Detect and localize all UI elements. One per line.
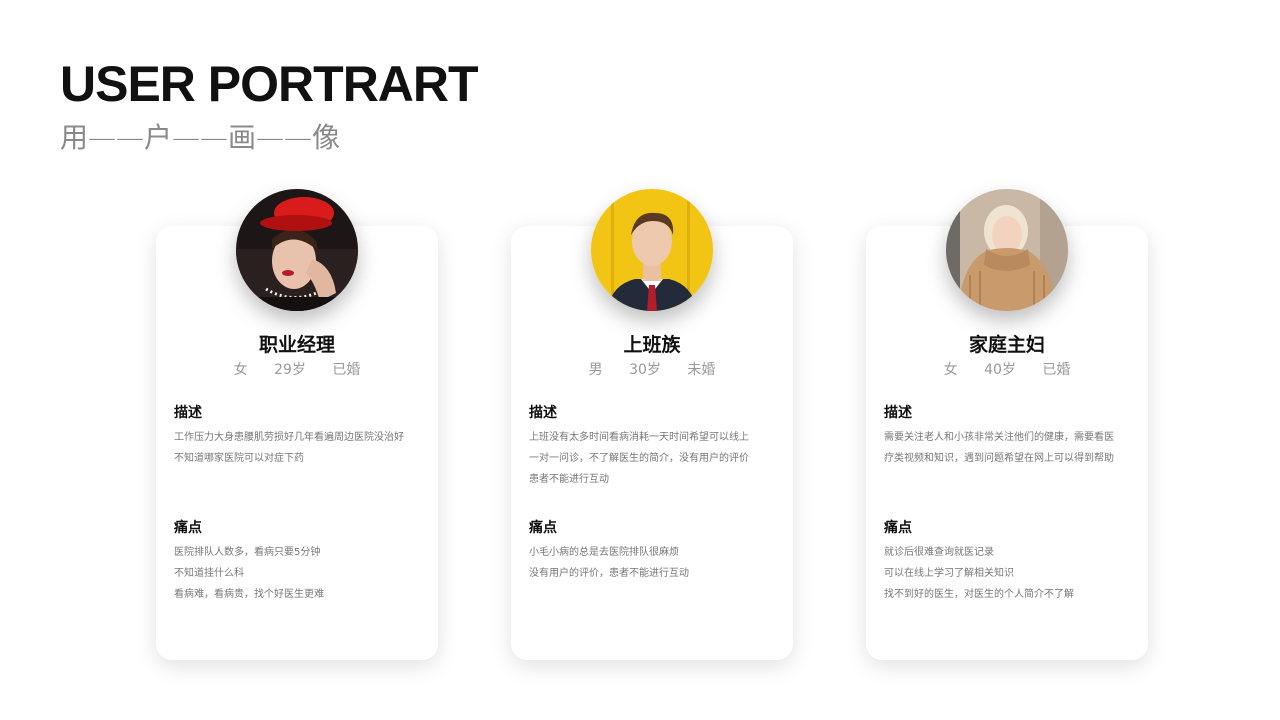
persona-card-housewife: 家庭主妇 女 40岁 已婚 描述 需要关注老人和小孩非常关注他们的健康，需要看医… [866,189,1148,660]
pain-point-item: 可以在线上学习了解相关知识 [884,568,1014,579]
page-subtitle: 用——户——画——像 [60,121,341,154]
description-line: 疗类视频和知识，遇到问题希望在网上可以得到帮助 [884,453,1114,464]
description-heading: 描述 [529,405,557,421]
description-line: 工作压力大身患腰肌劳损好几年看遍周边医院没治好 [174,432,404,443]
persona-card-office-worker: 上班族 男 30岁 未婚 描述 上班没有太多时间看病消耗一天时间希望可以线上 一… [511,189,793,660]
persona-role: 上班族 [623,334,681,356]
pain-point-item: 没有用户的评价，患者不能进行互动 [529,568,689,579]
persona-meta: 女 40岁 已婚 [866,359,1148,379]
description-text: 需要关注老人和小孩非常关注他们的健康，需要看医 疗类视频和知识，遇到问题希望在网… [884,427,1136,469]
persona-age: 30岁 [629,362,661,378]
persona-meta: 男 30岁 未婚 [511,359,793,379]
persona-age: 40岁 [984,362,1016,378]
description-line: 患者不能进行互动 [529,474,609,485]
description-line: 上班没有太多时间看病消耗一天时间希望可以线上 [529,432,749,443]
pain-points-list: 医院排队人数多，看病只要5分钟 不知道挂什么科 看病难，看病贵，找个好医生更难 [174,542,426,605]
avatar-housewife-image [946,189,1068,311]
persona-age: 29岁 [274,362,306,378]
avatar-office-worker-photo [591,189,713,311]
avatar-housewife-photo [946,189,1068,311]
persona-role: 职业经理 [258,334,335,356]
pain-point-item: 就诊后很难查询就医记录 [884,547,994,558]
persona-card-manager: 职业经理 女 29岁 已婚 描述 工作压力大身患腰肌劳损好几年看遍周边医院没治好… [156,189,438,660]
pain-point-item: 小毛小病的总是去医院排队很麻烦 [529,547,679,558]
persona-gender: 男 [588,362,603,378]
persona-gender: 女 [943,362,958,378]
persona-marital-status: 已婚 [332,362,361,378]
pain-points-heading: 痛点 [884,520,912,536]
description-text: 工作压力大身患腰肌劳损好几年看遍周边医院没治好 不知道哪家医院可以对症下药 [174,427,426,469]
pain-points-list: 就诊后很难查询就医记录 可以在线上学习了解相关知识 找不到好的医生，对医生的个人… [884,542,1136,605]
pain-points-heading: 痛点 [174,520,202,536]
pain-points-heading: 痛点 [529,520,557,536]
avatar-manager-image [236,189,358,311]
description-heading: 描述 [884,405,912,421]
description-line: 一对一问诊，不了解医生的简介，没有用户的评价 [529,453,749,464]
pain-point-item: 看病难，看病贵，找个好医生更难 [174,589,324,600]
page-title: USER PORTRART [60,56,479,112]
pain-point-item: 医院排队人数多，看病只要5分钟 [174,547,321,558]
pain-point-item: 不知道挂什么科 [174,568,244,579]
persona-role: 家庭主妇 [968,334,1045,356]
persona-meta: 女 29岁 已婚 [156,359,438,379]
description-heading: 描述 [174,405,202,421]
avatar-manager-photo [236,189,358,311]
persona-marital-status: 未婚 [687,362,716,378]
pain-point-item: 找不到好的医生，对医生的个人简介不了解 [884,589,1074,600]
persona-marital-status: 已婚 [1042,362,1071,378]
description-line: 需要关注老人和小孩非常关注他们的健康，需要看医 [884,432,1114,443]
persona-gender: 女 [233,362,248,378]
description-text: 上班没有太多时间看病消耗一天时间希望可以线上 一对一问诊，不了解医生的简介，没有… [529,427,781,490]
description-line: 不知道哪家医院可以对症下药 [174,453,304,464]
avatar-office-worker-image [591,189,713,311]
pain-points-list: 小毛小病的总是去医院排队很麻烦 没有用户的评价，患者不能进行互动 [529,542,781,584]
